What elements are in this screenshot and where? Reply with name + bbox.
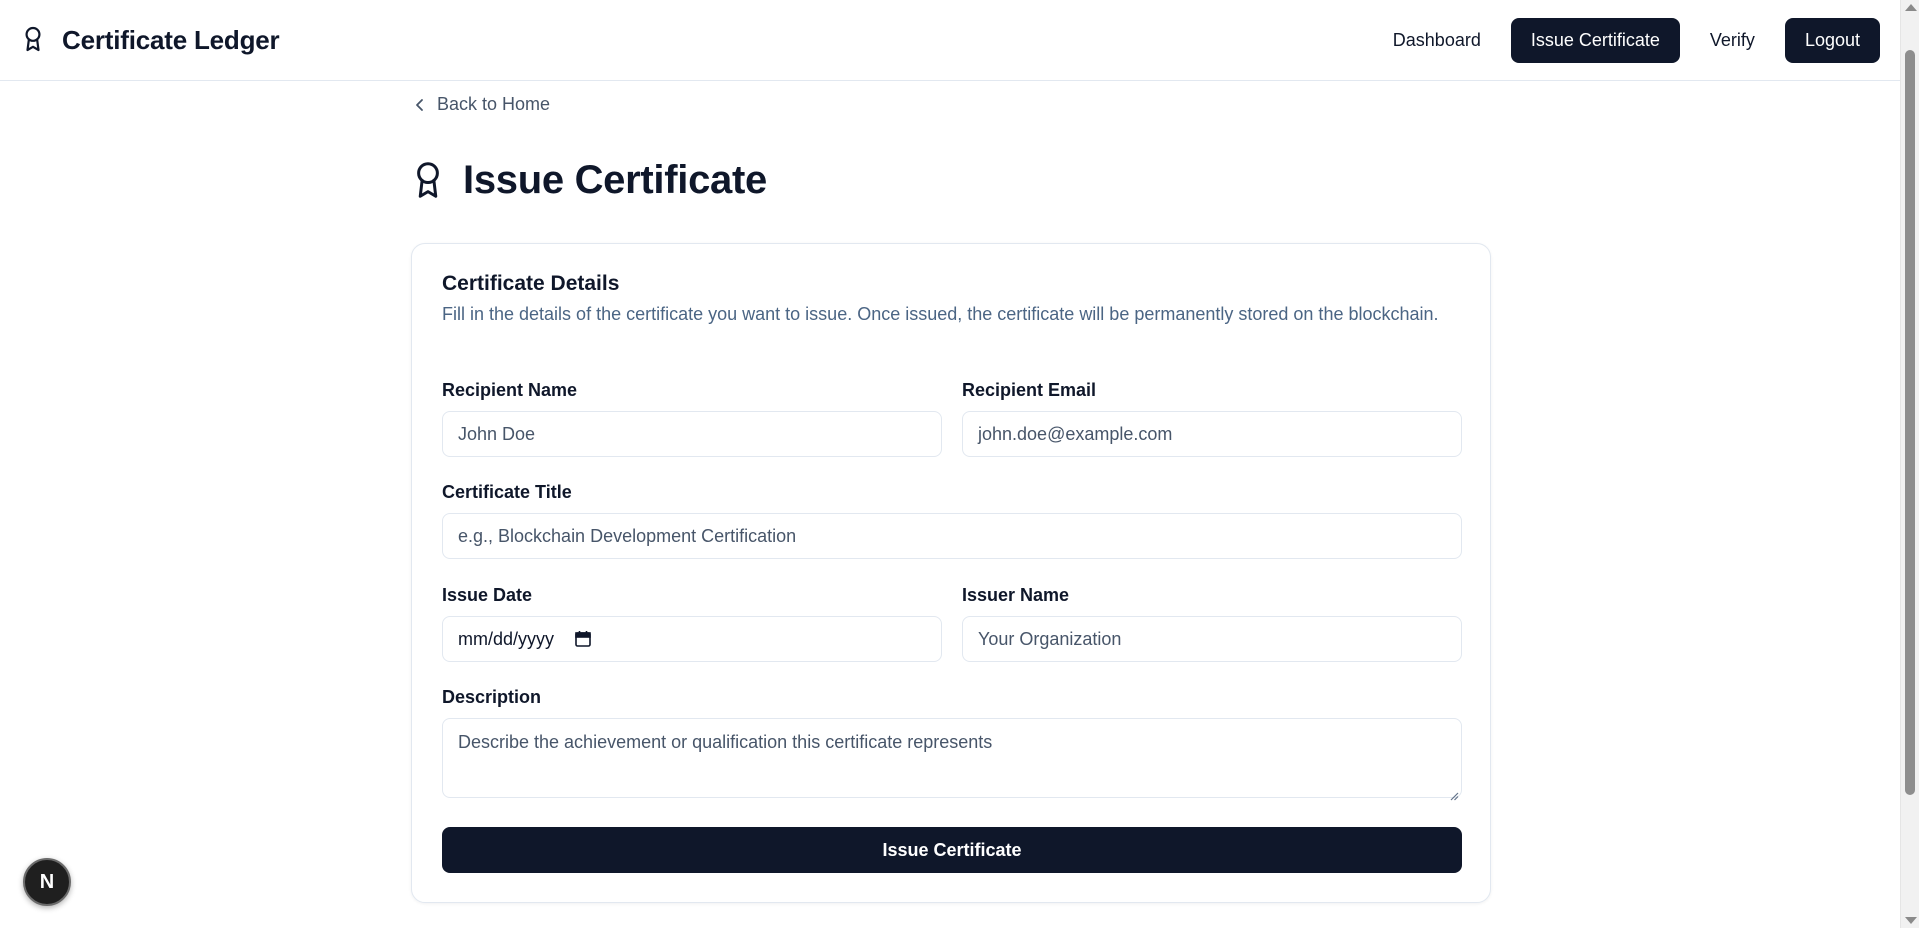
issuer-name-label: Issuer Name <box>962 585 1070 605</box>
back-to-home-label: Back to Home <box>437 94 551 114</box>
nav-verify-button[interactable]: Verify <box>1690 18 1775 63</box>
description-placeholder: Describe the achievement or qualificatio… <box>458 732 993 752</box>
recipient-name-field-group: Recipient Name John Doe <box>442 380 942 457</box>
page-heading: Issue Certificate <box>413 158 767 203</box>
card-description: Fill in the details of the certificate y… <box>442 304 1439 324</box>
nav-dashboard-button[interactable]: Dashboard <box>1373 18 1501 63</box>
issue-date-placeholder: mm/dd/yyyy <box>458 628 555 649</box>
certificate-title-label: Certificate Title <box>442 482 572 502</box>
recipient-email-label: Recipient Email <box>962 380 1097 400</box>
top-navbar: Certificate Ledger Dashboard Issue Certi… <box>0 0 1900 81</box>
logout-button[interactable]: Logout <box>1784 17 1880 63</box>
nav-issue-certificate-button[interactable]: Issue Certificate <box>1510 17 1680 63</box>
card-title: Certificate Details <box>442 272 620 295</box>
issuer-name-input[interactable]: Your Organization <box>962 616 1462 662</box>
n-logo-badge[interactable]: N <box>23 858 71 906</box>
scrollbar-thumb[interactable] <box>1905 50 1915 795</box>
recipient-email-input[interactable]: john.doe@example.com <box>962 411 1462 457</box>
calendar-icon[interactable] <box>574 630 592 648</box>
brand-title: Certificate Ledger <box>62 24 280 55</box>
issue-date-input[interactable]: mm/dd/yyyy <box>442 616 942 662</box>
award-icon <box>413 161 445 201</box>
description-field-group: Description Describe the achievement or … <box>442 687 1462 801</box>
certificate-details-card: Certificate Details Fill in the details … <box>411 243 1491 903</box>
recipient-name-label: Recipient Name <box>442 380 578 400</box>
certificate-title-field-group: Certificate Title e.g., Blockchain Devel… <box>442 482 1462 559</box>
description-label: Description <box>442 687 542 707</box>
issuer-name-field-group: Issuer Name Your Organization <box>962 585 1462 662</box>
description-textarea[interactable]: Describe the achievement or qualificatio… <box>442 718 1462 801</box>
issue-certificate-submit-button[interactable]: Issue Certificate <box>442 827 1462 873</box>
recipient-row: Recipient Name John Doe Recipient Email … <box>442 380 1462 457</box>
recipient-name-input[interactable]: John Doe <box>442 411 942 457</box>
certificate-title-input[interactable]: e.g., Blockchain Development Certificati… <box>442 513 1462 559</box>
main-nav: Dashboard Issue Certificate Verify Logou… <box>1373 17 1880 63</box>
back-to-home-link[interactable]: Back to Home <box>413 94 550 115</box>
award-icon <box>22 25 48 55</box>
chevron-left-icon <box>413 98 427 112</box>
page-title: Issue Certificate <box>463 158 767 202</box>
scroll-up-arrow-icon[interactable] <box>1905 4 1917 11</box>
description-row: Description Describe the achievement or … <box>442 687 1462 801</box>
issue-date-field-group: Issue Date mm/dd/yyyy <box>442 585 942 662</box>
scroll-down-arrow-icon[interactable] <box>1905 917 1917 924</box>
title-row: Certificate Title e.g., Blockchain Devel… <box>442 482 1462 559</box>
resize-handle-icon[interactable] <box>1449 785 1459 801</box>
date-issuer-row: Issue Date mm/dd/yyyy Issuer Name Your O… <box>442 585 1462 662</box>
recipient-email-field-group: Recipient Email john.doe@example.com <box>962 380 1462 457</box>
app-viewport: Certificate Ledger Dashboard Issue Certi… <box>0 0 1919 928</box>
brand[interactable]: Certificate Ledger <box>22 24 280 56</box>
vertical-scrollbar[interactable] <box>1900 0 1919 928</box>
issue-date-label: Issue Date <box>442 585 533 605</box>
